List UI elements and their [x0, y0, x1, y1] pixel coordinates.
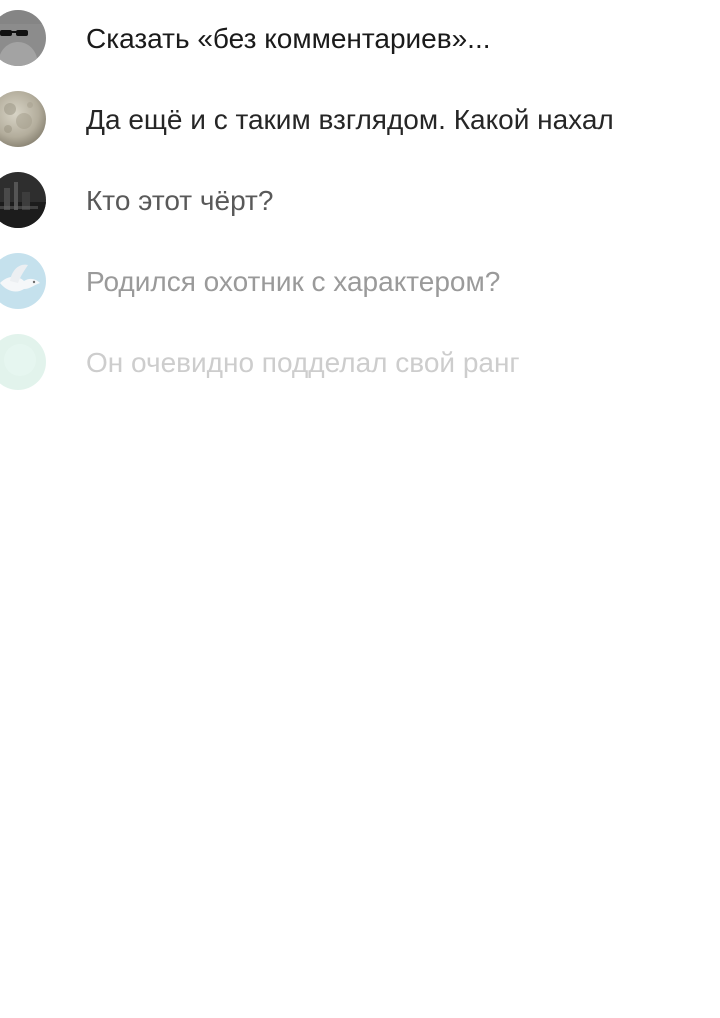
comment-item[interactable]: Да ещё и с таким взглядом. Какой нахал [0, 91, 720, 151]
comment-text: Сказать «без комментариев»... [86, 23, 491, 54]
dark-photo-avatar-icon[interactable] [0, 172, 46, 228]
comment-item[interactable]: Он очевидно подделал свой ранг [0, 334, 720, 394]
dove-avatar-icon[interactable] [0, 253, 46, 309]
sunglasses-avatar-icon[interactable] [0, 10, 46, 66]
mint-avatar-icon[interactable] [0, 334, 46, 390]
comment-text: Да ещё и с таким взглядом. Какой нахал [86, 104, 614, 135]
comment-item[interactable]: Кто этот чёрт? [0, 172, 720, 232]
comment-text: Родился охотник с характером? [86, 266, 501, 297]
comment-item[interactable]: Родился охотник с характером? [0, 253, 720, 313]
comment-text: Кто этот чёрт? [86, 185, 274, 216]
moon-avatar-icon[interactable] [0, 91, 46, 147]
comment-item[interactable]: Сказать «без комментариев»... [0, 10, 720, 70]
comment-text: Он очевидно подделал свой ранг [86, 347, 520, 378]
